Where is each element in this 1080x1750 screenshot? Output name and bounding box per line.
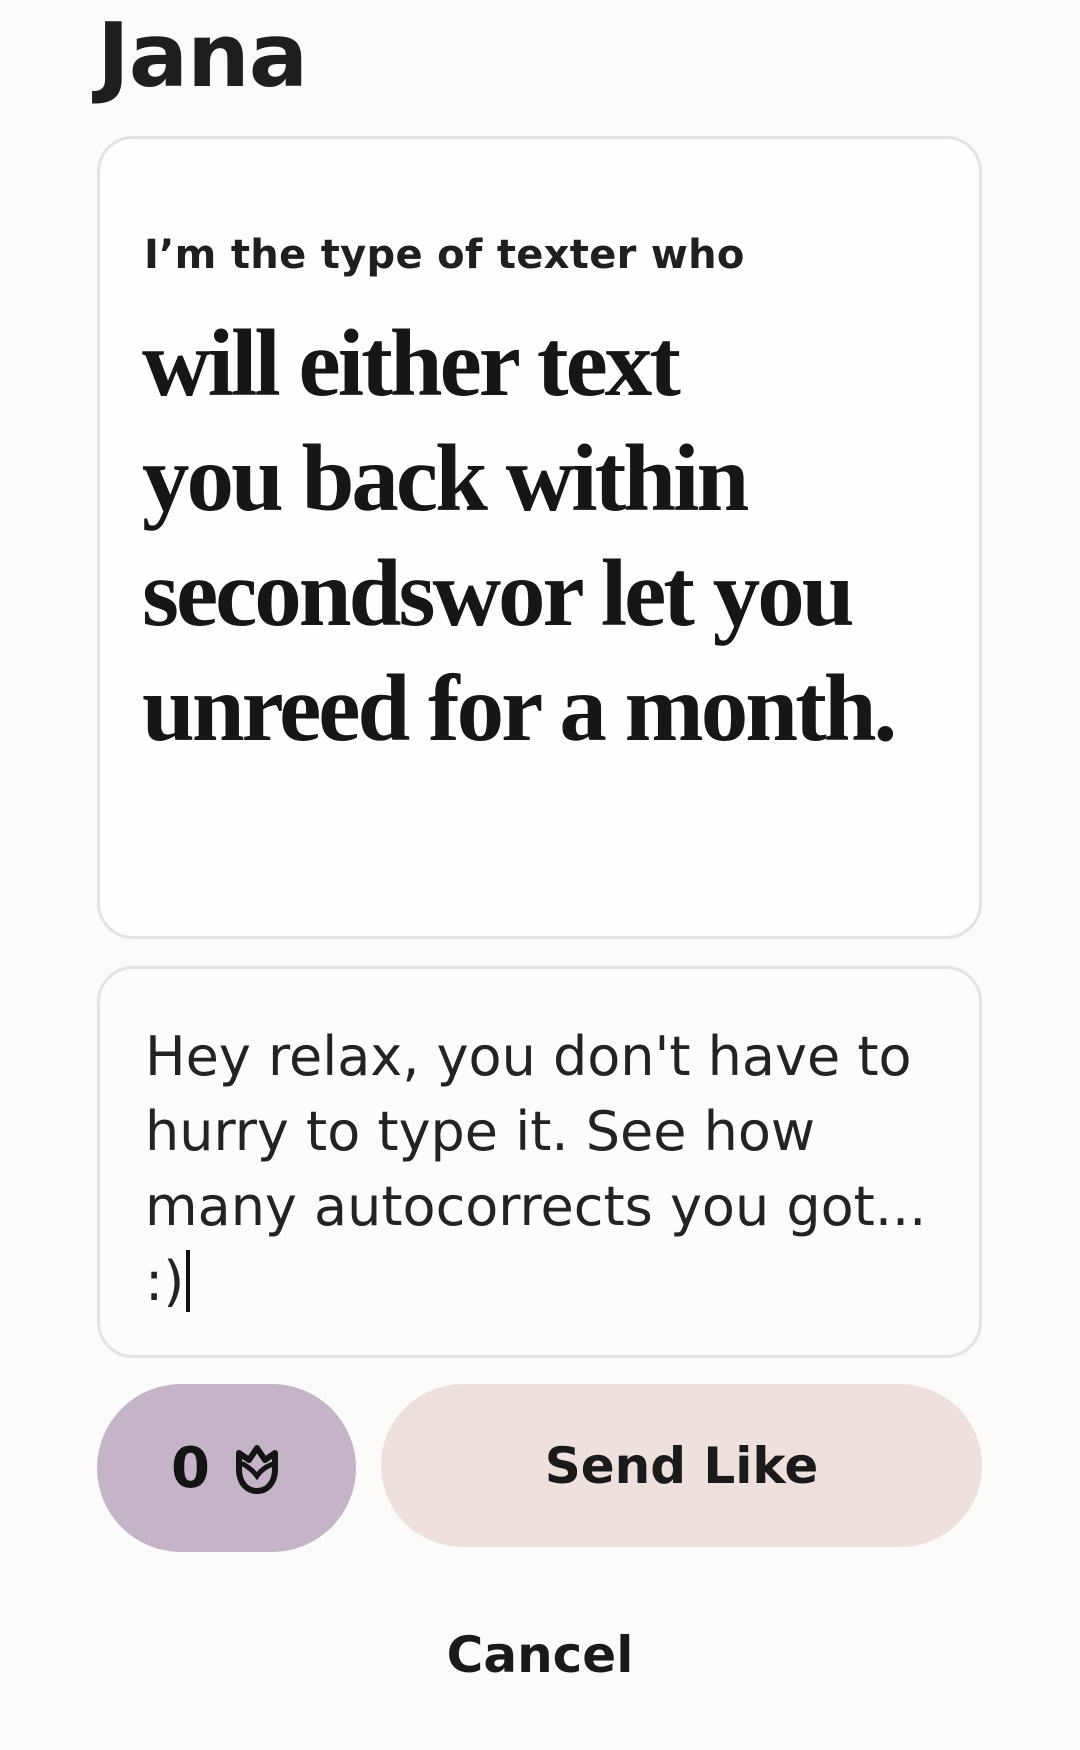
- profile-name: Jana: [97, 4, 308, 107]
- comment-text[interactable]: Hey relax, you don't have to hurry to ty…: [145, 1025, 926, 1313]
- prompt-answer-line: you back within: [142, 425, 749, 531]
- comment-input[interactable]: Hey relax, you don't have to hurry to ty…: [97, 966, 982, 1358]
- cancel-button[interactable]: Cancel: [390, 1620, 690, 1690]
- send-like-button[interactable]: Send Like: [381, 1384, 982, 1547]
- send-rose-button[interactable]: 0: [97, 1384, 356, 1552]
- rose-icon: [232, 1439, 282, 1497]
- prompt-card: I’m the type of texter who will either t…: [97, 136, 982, 939]
- comment-text-wrapper[interactable]: Hey relax, you don't have to hurry to ty…: [145, 1019, 955, 1319]
- prompt-question: I’m the type of texter who: [144, 232, 745, 278]
- rose-count: 0: [171, 1435, 210, 1501]
- prompt-answer: will either text you back within seconds…: [142, 306, 962, 766]
- text-cursor: [186, 1250, 191, 1312]
- prompt-answer-line: secondswor let you: [142, 540, 855, 646]
- prompt-answer-line: unreed for a month.: [142, 655, 897, 761]
- prompt-answer-line: will either text: [142, 310, 681, 416]
